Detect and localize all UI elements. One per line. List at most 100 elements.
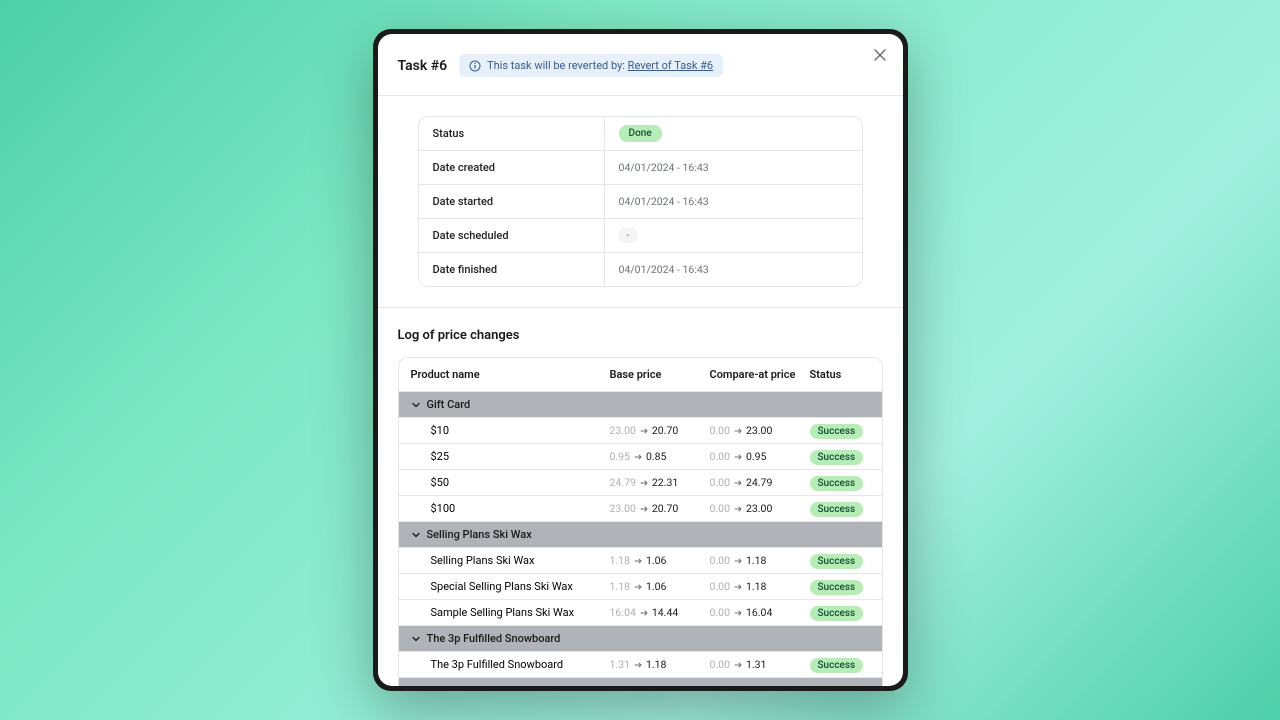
arrow-right-icon (634, 557, 642, 565)
table-row: $250.950.850.000.95Success (399, 444, 882, 470)
old-price: 0.00 (710, 450, 730, 463)
row-status: Success (810, 502, 870, 515)
blank-badge: - (619, 228, 638, 243)
variant-name: $50 (431, 476, 610, 489)
arrow-right-icon (734, 479, 742, 487)
info-badge: This task will be reverted by: Revert of… (459, 54, 723, 77)
base-price-cell: 1.311.18 (610, 658, 710, 671)
info-prefix: This task will be reverted by: (487, 59, 628, 72)
chevron-down-icon (411, 400, 421, 410)
compare-price-cell: 0.00 24.79 (710, 476, 810, 489)
row-status: Success (810, 606, 870, 619)
row-status: Success (810, 450, 870, 463)
base-price-cell: 23.0020.70 (610, 502, 710, 515)
new-price: 1.06 (646, 554, 666, 567)
status-row: Status Done (419, 117, 862, 151)
arrow-right-icon (640, 505, 648, 513)
old-price: 16.04 (610, 606, 636, 619)
page-title: Task #6 (398, 58, 448, 74)
status-label: Date finished (419, 253, 605, 286)
base-price-cell: 24.7922.31 (610, 476, 710, 489)
new-price: 20.70 (652, 424, 678, 437)
arrow-right-icon (640, 609, 648, 617)
status-row: Date started04/01/2024 - 16:43 (419, 185, 862, 219)
variant-name: Selling Plans Ski Wax (431, 554, 610, 567)
arrow-right-icon (634, 661, 642, 669)
group-header[interactable]: Selling Plans Ski Wax (399, 522, 882, 548)
arrow-right-icon (734, 661, 742, 669)
group-name: The 3p Fulfilled Snowboard (427, 632, 561, 645)
arrow-right-icon (734, 427, 742, 435)
table-row: The 3p Fulfilled Snowboard1.311.180.001.… (399, 652, 882, 678)
table-row: Sample Selling Plans Ski Wax16.0414.440.… (399, 600, 882, 626)
row-status: Success (810, 424, 870, 437)
status-value: - (605, 219, 862, 252)
variant-name: $100 (431, 502, 610, 515)
revert-link[interactable]: Revert of Task #6 (628, 59, 713, 72)
old-price: 0.95 (610, 450, 630, 463)
new-price: 23.00 (746, 502, 772, 515)
success-badge: Success (810, 580, 864, 595)
log-title: Log of price changes (398, 328, 883, 343)
base-price-cell: 1.181.06 (610, 554, 710, 567)
success-badge: Success (810, 450, 864, 465)
modal-content[interactable]: Task #6 This task will be reverted by: R… (378, 34, 903, 686)
close-icon (874, 49, 886, 61)
group-header[interactable]: Gift Card (399, 392, 882, 418)
col-product-name: Product name (411, 368, 610, 381)
row-status: Success (810, 580, 870, 593)
group-header[interactable]: The Archived Snowboard (399, 678, 882, 686)
arrow-right-icon (634, 583, 642, 591)
status-label: Date scheduled (419, 219, 605, 252)
new-price: 14.44 (652, 606, 678, 619)
arrow-right-icon (734, 583, 742, 591)
compare-price-cell: 0.0023.00 (710, 424, 810, 437)
status-value: 04/01/2024 - 16:43 (605, 151, 862, 184)
success-badge: Success (810, 424, 864, 439)
new-price: 16.04 (746, 606, 772, 619)
table-row: $10023.0020.700.0023.00Success (399, 496, 882, 522)
new-price: 24.79 (746, 476, 772, 489)
group-name: The Archived Snowboard (427, 684, 550, 686)
variant-name: Special Selling Plans Ski Wax (431, 580, 610, 593)
compare-price-cell: 0.00 0.95 (710, 450, 810, 463)
variant-name: Sample Selling Plans Ski Wax (431, 606, 610, 619)
done-badge: Done (619, 125, 662, 142)
success-badge: Success (810, 502, 864, 517)
row-status: Success (810, 658, 870, 671)
group-name: Gift Card (427, 398, 471, 411)
table-row: $1023.0020.700.0023.00Success (399, 418, 882, 444)
col-base-price: Base price (610, 368, 710, 381)
status-label: Status (419, 117, 605, 150)
chevron-down-icon (411, 634, 421, 644)
old-price: 24.79 (610, 476, 636, 489)
close-button[interactable] (871, 46, 889, 64)
base-price-cell: 23.0020.70 (610, 424, 710, 437)
base-price-cell: 1.181.06 (610, 580, 710, 593)
group-name: Selling Plans Ski Wax (427, 528, 532, 541)
variant-name: $10 (431, 424, 610, 437)
chevron-down-icon (411, 530, 421, 540)
group-header[interactable]: The 3p Fulfilled Snowboard (399, 626, 882, 652)
status-row: Date scheduled- (419, 219, 862, 253)
task-modal: Task #6 This task will be reverted by: R… (378, 34, 903, 686)
new-price: 0.95 (746, 450, 766, 463)
new-price: 1.06 (646, 580, 666, 593)
row-status: Success (810, 554, 870, 567)
row-status: Success (810, 476, 870, 489)
new-price: 1.18 (646, 658, 666, 671)
status-value: Done (605, 117, 862, 150)
old-price: 0.00 (710, 476, 730, 489)
arrow-right-icon (640, 427, 648, 435)
log-table: Product name Base price Compare-at price… (398, 357, 883, 686)
success-badge: Success (810, 658, 864, 673)
compare-price-cell: 0.0023.00 (710, 502, 810, 515)
new-price: 0.85 (646, 450, 666, 463)
status-card: StatusDoneDate created04/01/2024 - 16:43… (418, 116, 863, 287)
arrow-right-icon (640, 479, 648, 487)
col-compare-price: Compare-at price (710, 368, 810, 381)
arrow-right-icon (734, 505, 742, 513)
col-status: Status (810, 368, 870, 381)
chevron-down-icon (411, 686, 421, 687)
new-price: 20.70 (652, 502, 678, 515)
